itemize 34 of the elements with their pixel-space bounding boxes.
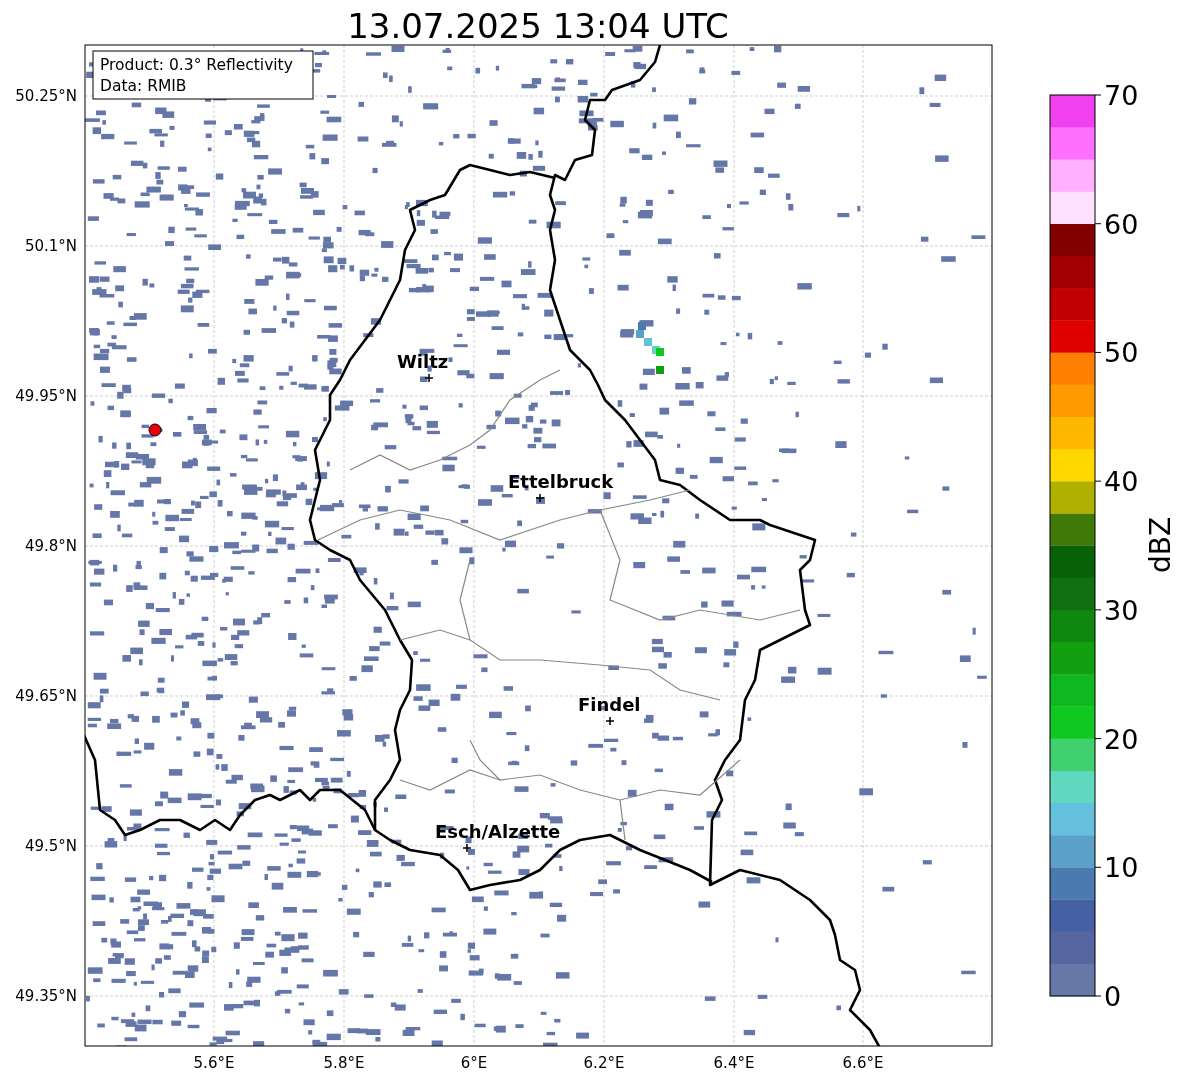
- longitude-label: 5.6°E: [193, 1054, 235, 1072]
- city-marker: [424, 373, 434, 383]
- city-label: Findel: [578, 694, 641, 715]
- latitude-label: 50.25°N: [15, 87, 77, 105]
- longitude-label: 6.4°E: [713, 1054, 755, 1072]
- latitude-label: 49.65°N: [15, 687, 77, 705]
- colorbar-tick-label: 30: [1104, 594, 1139, 626]
- city-label: Esch/Alzette: [435, 821, 561, 842]
- info-text: Data: RMIB: [100, 77, 187, 95]
- latitude-label: 49.5°N: [24, 837, 77, 855]
- city-label: Ettelbruck: [508, 471, 614, 492]
- latitude-label: 49.8°N: [24, 537, 77, 555]
- longitude-label: 6.6°E: [842, 1054, 884, 1072]
- city-marker: [535, 493, 545, 503]
- longitude-label: 6°E: [460, 1054, 488, 1072]
- chart-title: 13.07.2025 13:04 UTC: [347, 6, 729, 46]
- colorbar-tick-label: 60: [1104, 208, 1139, 240]
- radar-site-marker: [148, 423, 162, 437]
- info-text: Product: 0.3° Reflectivity: [100, 56, 293, 74]
- colorbar-label: dBZ: [1144, 516, 1177, 574]
- city-label: Wiltz: [397, 351, 449, 372]
- city-marker: [462, 843, 472, 853]
- colorbar-tick-label: 40: [1104, 466, 1139, 498]
- colorbar-tick-label: 70: [1104, 80, 1139, 111]
- city-marker: [605, 716, 615, 726]
- colorbar-tick-label: 50: [1104, 337, 1139, 369]
- latitude-label: 49.95°N: [15, 387, 77, 405]
- colorbar-tick-label: 20: [1104, 723, 1139, 755]
- latitude-label: 50.1°N: [24, 237, 77, 255]
- latitude-label: 49.35°N: [15, 987, 77, 1005]
- colorbar-tick-label: 10: [1104, 852, 1139, 884]
- longitude-label: 6.2°E: [583, 1054, 625, 1072]
- longitude-label: 5.8°E: [323, 1054, 365, 1072]
- colorbar-tick-label: 0: [1104, 981, 1122, 1012]
